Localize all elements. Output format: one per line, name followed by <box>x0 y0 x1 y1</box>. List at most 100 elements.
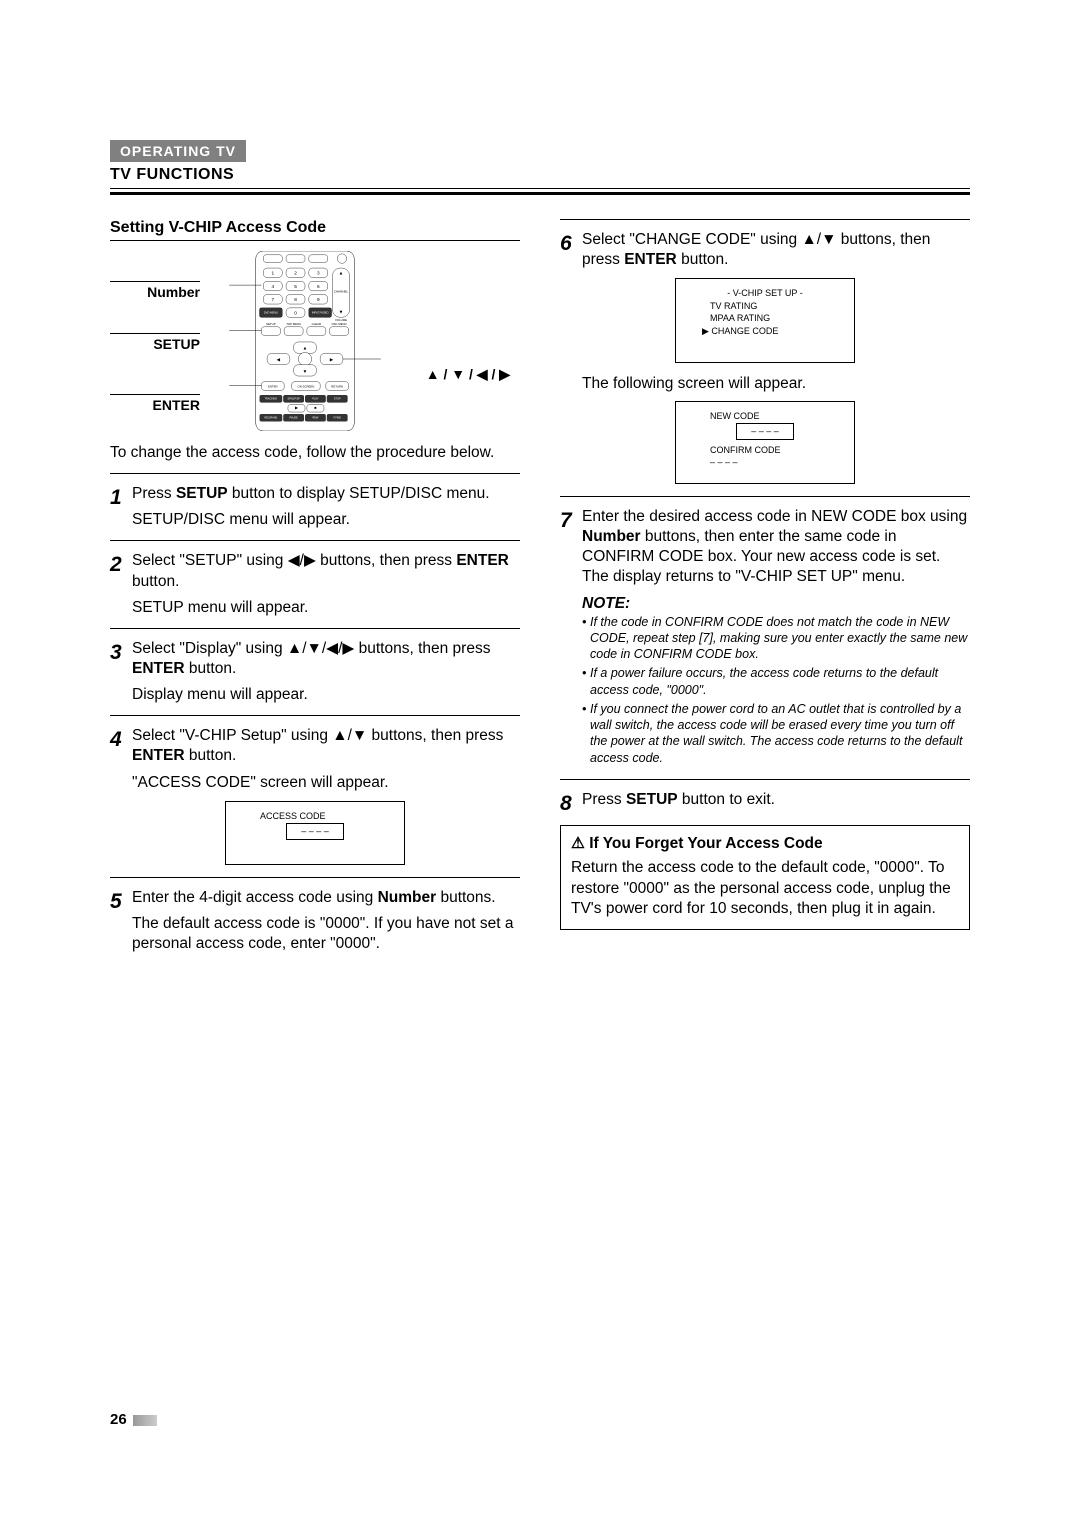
svg-text:CLEAR: CLEAR <box>312 322 321 326</box>
warning-icon: ⚠ <box>571 835 585 852</box>
svg-text:INPUT/VIDEO: INPUT/VIDEO <box>312 311 329 315</box>
svg-text:4: 4 <box>271 284 274 290</box>
step-content: Select "CHANGE CODE" using ▲/▼ buttons, … <box>582 230 970 270</box>
svg-text:RETURN: RETURN <box>331 384 343 388</box>
svg-text:◀: ◀ <box>277 357 281 363</box>
remote-diagram: Number SETUP ENTER 1 2 3 4 <box>110 251 520 431</box>
step6-t2: button. <box>677 251 729 268</box>
svg-text:1: 1 <box>271 271 274 277</box>
step-text-part: ENTER <box>132 660 185 677</box>
osd-new-code: NEW CODE – – – – CONFIRM CODE – – – – <box>675 401 855 484</box>
step-text-part: button to display SETUP/DISC menu. <box>228 485 490 502</box>
osd-confirm-field: – – – – <box>682 456 848 469</box>
rule <box>110 473 520 474</box>
label-setup: SETUP <box>110 333 200 352</box>
step-1: 1Press SETUP button to display SETUP/DIS… <box>110 484 520 530</box>
svg-text:0: 0 <box>294 310 297 316</box>
svg-text:▼: ▼ <box>303 370 308 375</box>
step-content: Press SETUP button to exit. <box>582 790 970 817</box>
step-content: Select "V-CHIP Setup" using ▲/▼ buttons,… <box>132 726 520 792</box>
osd-access-field: – – – – <box>286 823 344 840</box>
step5-t1: Number <box>378 889 437 906</box>
osd-item-change-code: ▶ CHANGE CODE <box>682 325 848 338</box>
step-7: 7 Enter the desired access code in NEW C… <box>560 507 970 769</box>
svg-text:ON SCREEN: ON SCREEN <box>298 384 315 388</box>
note-item: If you connect the power cord to an AC o… <box>582 701 970 766</box>
step-content: Select "Display" using ▲/▼/◀/▶ buttons, … <box>132 639 520 705</box>
step-text-part: button. <box>132 573 179 590</box>
svg-text:TOP MENU: TOP MENU <box>286 322 301 326</box>
svg-text:7: 7 <box>271 297 274 303</box>
step-text-part: Select "V-CHIP Setup" using ▲/▼ buttons,… <box>132 727 503 744</box>
svg-text:DVD MENU: DVD MENU <box>264 311 278 315</box>
svg-text:8: 8 <box>294 297 297 303</box>
step-text-part: button. <box>185 660 237 677</box>
step-text-part: ENTER <box>456 552 509 569</box>
svg-text:REW: REW <box>313 417 319 420</box>
step-content: Enter the desired access code in NEW COD… <box>582 507 970 769</box>
rule <box>560 779 970 780</box>
step-number: 3 <box>110 639 132 705</box>
step-4: 4Select "V-CHIP Setup" using ▲/▼ buttons… <box>110 726 520 792</box>
svg-text:TRACKING: TRACKING <box>265 398 278 401</box>
sub-title: Setting V-CHIP Access Code <box>110 219 520 241</box>
step5-sub: The default access code is "0000". If yo… <box>132 914 520 954</box>
step7-t0: Enter the desired access code in NEW COD… <box>582 508 967 525</box>
step7-t1: Number <box>582 528 641 545</box>
step-number: 5 <box>110 888 132 954</box>
remote-label-column: Number SETUP ENTER <box>110 251 200 415</box>
svg-text:PAUSE: PAUSE <box>290 417 298 420</box>
svg-text:▼: ▼ <box>339 311 344 316</box>
step-number: 2 <box>110 551 132 617</box>
svg-text:F.FWD: F.FWD <box>333 417 341 420</box>
forget-title: ⚠ If You Forget Your Access Code <box>571 834 959 854</box>
svg-text:OSC MENU: OSC MENU <box>331 322 346 326</box>
svg-text:2: 2 <box>294 271 297 277</box>
svg-text:6: 6 <box>317 284 320 290</box>
step-2: 2Select "SETUP" using ◀/▶ buttons, then … <box>110 551 520 617</box>
chapter-tag: OPERATING TV <box>110 140 246 162</box>
step8-t0: Press <box>582 791 626 808</box>
intro-text: To change the access code, follow the pr… <box>110 443 520 463</box>
rule-thick <box>110 192 970 195</box>
step-content: Enter the 4-digit access code using Numb… <box>132 888 520 954</box>
step-text-part: Select "SETUP" using ◀/▶ buttons, then p… <box>132 552 456 569</box>
rule <box>560 219 970 220</box>
step-number: 1 <box>110 484 132 530</box>
svg-text:SETUP: SETUP <box>266 322 276 326</box>
forget-title-text: If You Forget Your Access Code <box>589 835 822 852</box>
note-list: If the code in CONFIRM CODE does not mat… <box>582 614 970 766</box>
step8-t1: SETUP <box>626 791 678 808</box>
label-number: Number <box>110 281 200 300</box>
svg-text:REC/RAND: REC/RAND <box>264 417 277 420</box>
rule <box>110 715 520 716</box>
nav-arrows-label: ▲ / ▼ / ◀ / ▶ <box>426 366 510 383</box>
osd-item-mpaa-rating: MPAA RATING <box>682 312 848 325</box>
note-item: If a power failure occurs, the access co… <box>582 665 970 698</box>
step-number: 7 <box>560 507 582 769</box>
step-sub: Display menu will appear. <box>132 685 520 705</box>
svg-text:SP/SLP EP: SP/SLP EP <box>287 398 300 401</box>
step8-t2: button to exit. <box>678 791 775 808</box>
svg-text:PLAY: PLAY <box>312 398 318 401</box>
osd-newcode-field: – – – – <box>736 423 794 440</box>
step5-t2: buttons. <box>436 889 495 906</box>
step-sub: SETUP menu will appear. <box>132 598 520 618</box>
label-enter: ENTER <box>110 394 200 413</box>
rule <box>110 877 520 878</box>
step-text-part: button. <box>185 747 237 764</box>
step-3: 3Select "Display" using ▲/▼/◀/▶ buttons,… <box>110 639 520 705</box>
svg-text:9: 9 <box>317 297 320 303</box>
step6-t1: ENTER <box>624 251 677 268</box>
step-5: 5 Enter the 4-digit access code using Nu… <box>110 888 520 954</box>
step-number: 4 <box>110 726 132 792</box>
forget-access-code-box: ⚠ If You Forget Your Access Code Return … <box>560 825 970 930</box>
following-text: The following screen will appear. <box>560 375 970 393</box>
note-item: If the code in CONFIRM CODE does not mat… <box>582 614 970 663</box>
step-6: 6 Select "CHANGE CODE" using ▲/▼ buttons… <box>560 230 970 270</box>
page-number-text: 26 <box>110 1411 127 1428</box>
svg-text:▶: ▶ <box>330 357 334 363</box>
svg-text:CHANNEL: CHANNEL <box>334 290 349 294</box>
svg-text:5: 5 <box>294 284 297 290</box>
svg-text:STOP: STOP <box>334 398 341 401</box>
